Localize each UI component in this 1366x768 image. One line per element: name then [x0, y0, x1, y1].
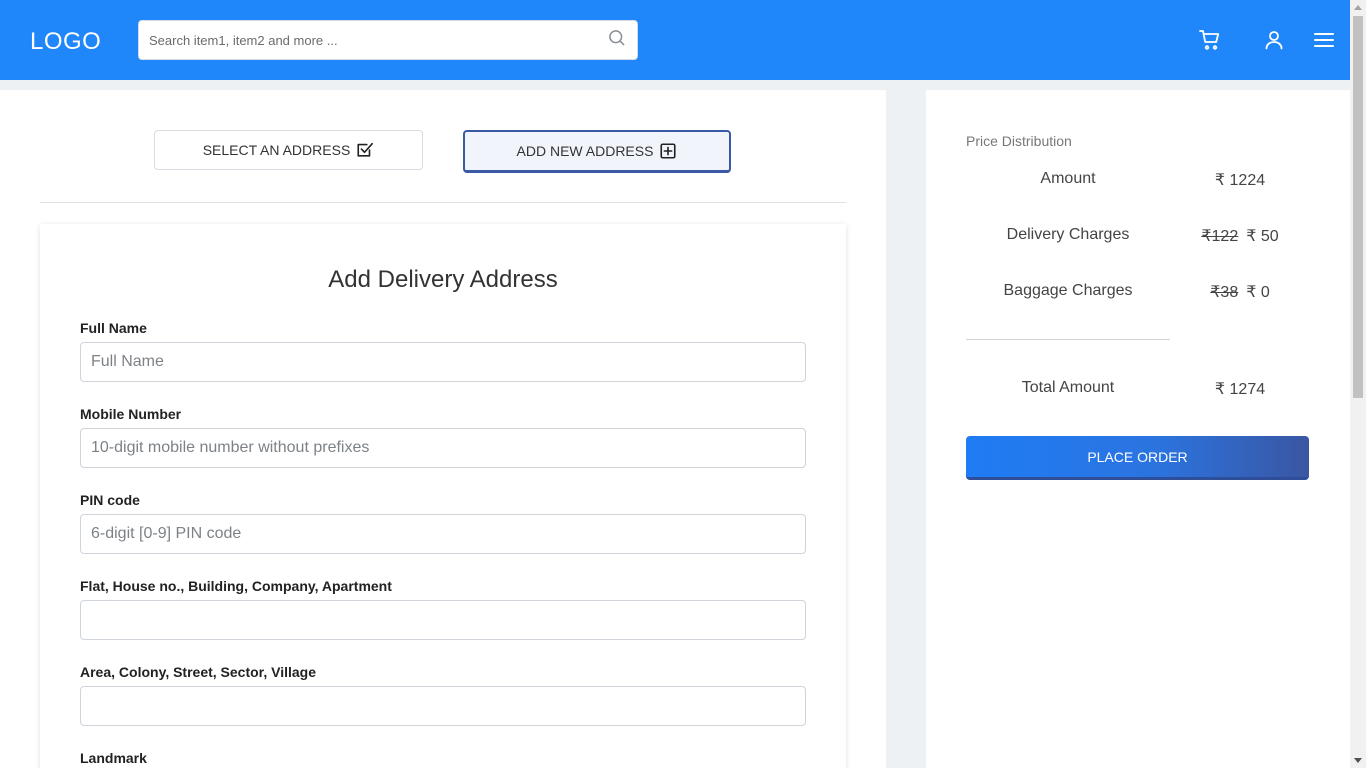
scroll-down-arrow-icon[interactable] [1354, 758, 1362, 763]
place-order-button[interactable]: PLACE ORDER [966, 436, 1309, 480]
amount-value-text: ₹ 1224 [1214, 172, 1266, 189]
select-address-label: SELECT AN ADDRESS [202, 142, 351, 158]
search-input[interactable] [139, 21, 599, 59]
price-distribution-title: Price Distribution [966, 133, 1072, 149]
baggage-charges-text: ₹ 0 [1246, 284, 1270, 301]
price-divider [966, 339, 1170, 340]
delivery-charges-label: Delivery Charges [1006, 226, 1130, 243]
scroll-up-arrow-icon[interactable] [1354, 5, 1362, 10]
amount-label: Amount [1040, 170, 1096, 187]
add-address-form: Add Delivery Address Full Name Mobile Nu… [40, 224, 846, 768]
area-colony-input[interactable] [80, 686, 806, 726]
scrollbar-thumb[interactable] [1353, 16, 1363, 398]
search-bar [138, 20, 638, 60]
full-name-label: Full Name [80, 320, 147, 336]
logo[interactable]: LOGO [30, 28, 101, 56]
area-colony-label: Area, Colony, Street, Sector, Village [80, 664, 317, 680]
amount-value: ₹ 1224 [1170, 170, 1310, 190]
baggage-charges-label: Baggage Charges [1003, 282, 1133, 299]
total-amount-value: ₹ 1274 [1214, 381, 1266, 398]
search-icon[interactable] [607, 28, 627, 48]
total-amount-label: Total Amount [1021, 379, 1115, 396]
select-address-button[interactable]: SELECT AN ADDRESS [154, 130, 423, 170]
page-scrollbar[interactable] [1350, 0, 1366, 768]
top-navbar: LOGO [0, 0, 1350, 80]
mobile-number-input[interactable] [80, 428, 806, 468]
price-panel: Price Distribution Amount ₹ 1224 Deliver… [926, 90, 1350, 768]
full-name-input[interactable] [80, 342, 806, 382]
plus-square-icon [660, 143, 677, 159]
cart-icon[interactable] [1198, 28, 1222, 52]
delivery-original-price: ₹122 [1201, 228, 1239, 245]
add-new-address-label: ADD NEW ADDRESS [516, 143, 654, 159]
address-panel: SELECT AN ADDRESS ADD NEW ADDRESS Add De… [0, 90, 886, 768]
mobile-number-label: Mobile Number [80, 406, 182, 422]
form-title: Add Delivery Address [328, 266, 558, 293]
delivery-charges-value: ₹122 ₹ 50 [1170, 226, 1310, 246]
pin-code-input[interactable] [80, 514, 806, 554]
landmark-label: Landmark [80, 750, 147, 766]
baggage-charges-value: ₹38 ₹ 0 [1170, 282, 1310, 302]
hamburger-menu-icon[interactable] [1312, 28, 1336, 52]
flat-house-label: Flat, House no., Building, Company, Apar… [80, 578, 392, 594]
add-new-address-button[interactable]: ADD NEW ADDRESS [463, 130, 731, 173]
pin-code-label: PIN code [80, 492, 140, 508]
user-icon[interactable] [1262, 28, 1286, 52]
delivery-charges-text: ₹ 50 [1246, 228, 1279, 245]
baggage-original-price: ₹38 [1210, 284, 1239, 301]
checkbox-checked-icon [357, 142, 374, 157]
flat-house-input[interactable] [80, 600, 806, 640]
divider [40, 202, 846, 203]
